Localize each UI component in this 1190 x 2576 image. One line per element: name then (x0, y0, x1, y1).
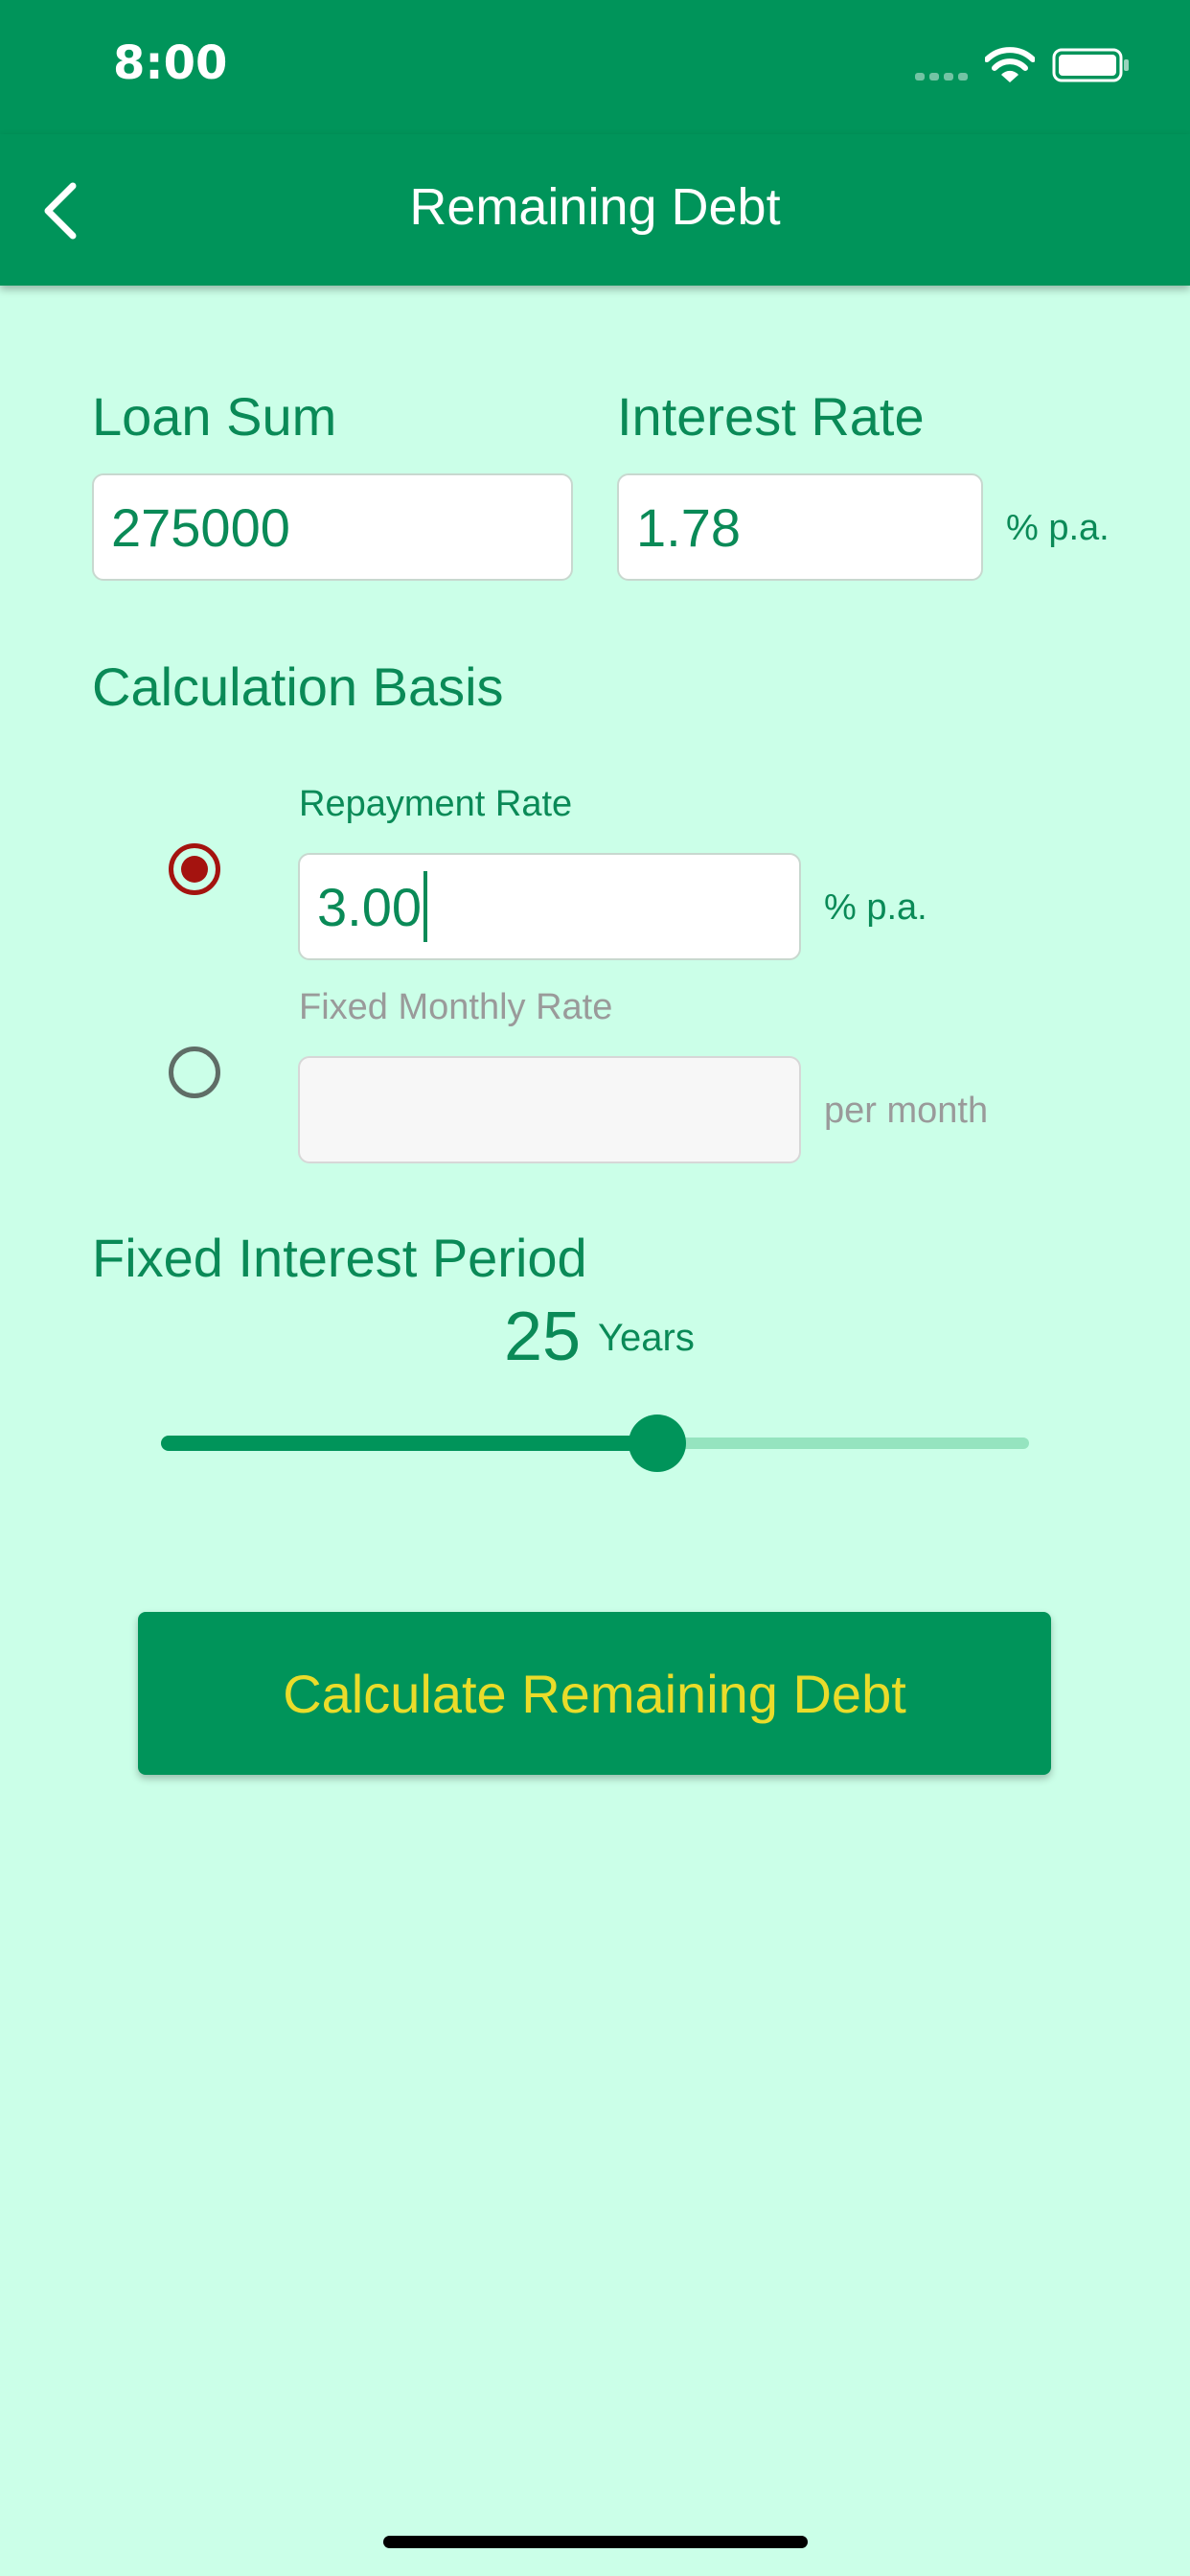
repayment-rate-unit: % p.a. (824, 887, 927, 928)
text-cursor (423, 871, 427, 942)
interest-rate-value: 1.78 (636, 496, 741, 558)
fixed-monthly-rate-unit: per month (824, 1091, 989, 1131)
fixed-monthly-rate-radio[interactable] (169, 1046, 220, 1098)
loan-sum-value: 275000 (111, 496, 290, 558)
fixed-interest-period-unit: Years (598, 1317, 695, 1359)
repayment-rate-label: Repayment Rate (299, 784, 573, 824)
wifi-icon (985, 47, 1035, 82)
navigation-bar: Remaining Debt (0, 134, 1190, 286)
fixed-interest-period-slider[interactable] (161, 1414, 1029, 1472)
status-bar: 8:00 (0, 0, 1190, 134)
status-time: 8:00 (113, 36, 228, 90)
fixed-monthly-rate-input[interactable] (298, 1056, 801, 1163)
fixed-interest-period-label: Fixed Interest Period (92, 1228, 587, 1288)
calculate-remaining-debt-button[interactable]: Calculate Remaining Debt (138, 1612, 1051, 1775)
battery-icon (1052, 48, 1129, 82)
loan-sum-input[interactable]: 275000 (92, 473, 573, 581)
interest-rate-unit: % p.a. (1006, 508, 1110, 548)
repayment-rate-radio[interactable] (169, 843, 220, 895)
interest-rate-input[interactable]: 1.78 (617, 473, 983, 581)
slider-thumb[interactable] (629, 1414, 687, 1472)
page-title: Remaining Debt (409, 178, 781, 236)
interest-rate-label: Interest Rate (617, 386, 925, 447)
loan-sum-label: Loan Sum (92, 386, 337, 447)
repayment-rate-input[interactable]: 3.00 (298, 853, 801, 960)
fixed-monthly-rate-label: Fixed Monthly Rate (299, 987, 613, 1027)
slider-fill (161, 1436, 658, 1451)
repayment-rate-value: 3.00 (317, 876, 422, 937)
cellular-signal-icon (915, 73, 969, 80)
home-indicator (383, 2536, 808, 2548)
fixed-interest-period-value: 25 (504, 1299, 582, 1375)
calculation-basis-label: Calculation Basis (92, 656, 504, 717)
